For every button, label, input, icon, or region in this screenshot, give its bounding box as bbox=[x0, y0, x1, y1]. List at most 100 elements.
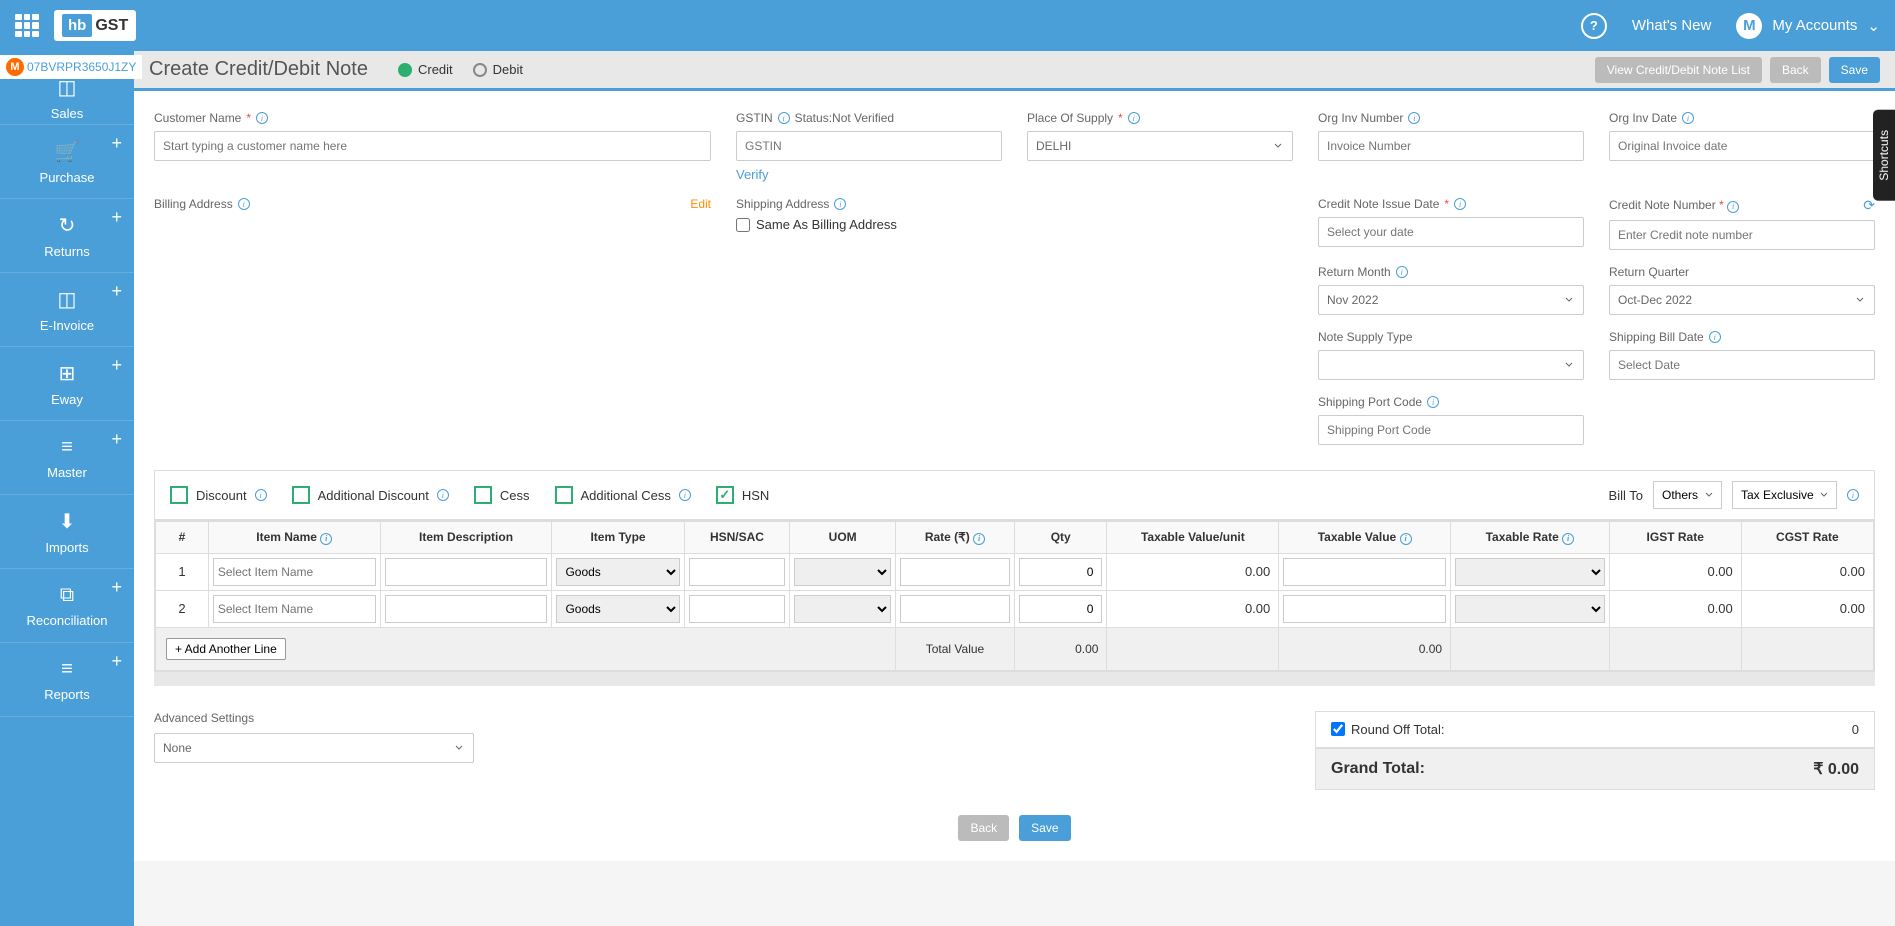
sidebar-item-reconciliation[interactable]: + ⧉ Reconciliation bbox=[0, 569, 134, 643]
plus-icon[interactable]: + bbox=[111, 207, 122, 228]
taxable-rate-select[interactable] bbox=[1455, 558, 1605, 586]
item-type-select[interactable]: Goods bbox=[556, 595, 679, 623]
whats-new-link[interactable]: What's New bbox=[1632, 17, 1712, 34]
shipping-port-code-label: Shipping Port Code i bbox=[1318, 395, 1584, 409]
plus-icon[interactable]: + bbox=[111, 651, 122, 672]
logo[interactable]: hb GST bbox=[54, 10, 136, 41]
info-icon[interactable]: i bbox=[256, 112, 268, 124]
sidebar-item-purchase[interactable]: + 🛒 Purchase bbox=[0, 125, 134, 199]
hsn-checkbox[interactable]: ✓ HSN bbox=[716, 486, 769, 504]
info-icon[interactable]: i bbox=[1408, 112, 1420, 124]
additional-cess-checkbox[interactable]: Additional Cess i bbox=[555, 486, 691, 504]
shortcuts-tab[interactable]: Shortcuts bbox=[1873, 110, 1895, 201]
cess-checkbox[interactable]: Cess bbox=[474, 486, 530, 504]
info-icon[interactable]: i bbox=[238, 198, 250, 210]
advanced-settings-select[interactable]: None bbox=[154, 733, 474, 763]
plus-icon[interactable]: + bbox=[111, 355, 122, 376]
note-supply-type-select[interactable] bbox=[1318, 350, 1584, 380]
info-icon[interactable]: i bbox=[1396, 266, 1408, 278]
item-name-input[interactable] bbox=[213, 558, 376, 586]
sidebar-item-eway[interactable]: + ⊞ Eway bbox=[0, 347, 134, 421]
info-icon[interactable]: i bbox=[437, 489, 449, 501]
bill-to-label: Bill To bbox=[1609, 488, 1643, 503]
info-icon[interactable]: i bbox=[1847, 489, 1859, 501]
shipping-bill-date-input[interactable] bbox=[1609, 350, 1875, 380]
round-off-checkbox[interactable] bbox=[1331, 722, 1345, 736]
info-icon[interactable]: i bbox=[255, 489, 267, 501]
tax-mode-select[interactable]: Tax Exclusive bbox=[1732, 481, 1837, 509]
info-icon[interactable]: i bbox=[1562, 533, 1574, 545]
plus-icon[interactable]: + bbox=[111, 429, 122, 450]
item-description-input[interactable] bbox=[385, 558, 548, 586]
gstin-input[interactable] bbox=[736, 131, 1002, 161]
edit-link[interactable]: Edit bbox=[690, 197, 711, 211]
gstin-badge[interactable]: M 07BVRPR3650J1ZY bbox=[0, 55, 142, 79]
info-icon[interactable]: i bbox=[1682, 112, 1694, 124]
bill-to-select[interactable]: Others bbox=[1653, 481, 1722, 509]
verify-link[interactable]: Verify bbox=[736, 167, 1002, 182]
row-num: 2 bbox=[156, 590, 209, 627]
plus-icon[interactable]: + bbox=[111, 577, 122, 598]
taxable-rate-select[interactable] bbox=[1455, 595, 1605, 623]
credit-note-number-input[interactable] bbox=[1609, 220, 1875, 250]
info-icon[interactable]: i bbox=[1427, 396, 1439, 408]
item-type-select[interactable]: Goods bbox=[556, 558, 679, 586]
plus-icon[interactable]: + bbox=[111, 281, 122, 302]
item-name-input[interactable] bbox=[213, 595, 376, 623]
place-of-supply-select[interactable]: DELHI bbox=[1027, 131, 1293, 161]
radio-debit[interactable]: Debit bbox=[473, 62, 523, 77]
save-button-bottom[interactable]: Save bbox=[1019, 815, 1070, 841]
org-inv-number-input[interactable] bbox=[1318, 131, 1584, 161]
plus-icon[interactable]: + bbox=[111, 133, 122, 154]
hsn-sac-input[interactable] bbox=[689, 558, 786, 586]
info-icon[interactable]: i bbox=[1454, 198, 1466, 210]
uom-select[interactable] bbox=[794, 558, 891, 586]
shipping-port-code-input[interactable] bbox=[1318, 415, 1584, 445]
qty-input[interactable] bbox=[1019, 558, 1103, 586]
sidebar-item-master[interactable]: + ≡ Master bbox=[0, 421, 134, 495]
qty-input[interactable] bbox=[1019, 595, 1103, 623]
uom-select[interactable] bbox=[794, 595, 891, 623]
rate-input[interactable] bbox=[900, 595, 1010, 623]
credit-note-issue-date-input[interactable] bbox=[1318, 217, 1584, 247]
sidebar-item-reports[interactable]: + ≡ Reports bbox=[0, 643, 134, 717]
back-button-bottom[interactable]: Back bbox=[958, 815, 1009, 841]
customer-name-input[interactable] bbox=[154, 131, 711, 161]
items-table-wrap[interactable]: # Item Name i Item Description Item Type… bbox=[154, 520, 1875, 672]
item-description-input[interactable] bbox=[385, 595, 548, 623]
reports-icon: ≡ bbox=[61, 658, 73, 681]
info-icon[interactable]: i bbox=[320, 533, 332, 545]
back-button[interactable]: Back bbox=[1770, 57, 1821, 83]
org-inv-date-input[interactable] bbox=[1609, 131, 1875, 161]
view-list-button[interactable]: View Credit/Debit Note List bbox=[1595, 57, 1762, 83]
same-as-billing-checkbox[interactable]: Same As Billing Address bbox=[736, 217, 1293, 232]
info-icon[interactable]: i bbox=[1709, 331, 1721, 343]
radio-credit[interactable]: Credit bbox=[398, 62, 453, 77]
info-icon[interactable]: i bbox=[1128, 112, 1140, 124]
horizontal-scrollbar[interactable] bbox=[154, 672, 1875, 686]
info-icon[interactable]: i bbox=[1400, 533, 1412, 545]
apps-grid-icon[interactable] bbox=[15, 14, 39, 38]
info-icon[interactable]: i bbox=[834, 198, 846, 210]
refresh-icon[interactable]: ⟳ bbox=[1863, 197, 1875, 214]
discount-checkbox[interactable]: Discount i bbox=[170, 486, 267, 504]
info-icon[interactable]: i bbox=[1727, 201, 1739, 213]
info-icon[interactable]: i bbox=[679, 489, 691, 501]
info-icon[interactable]: i bbox=[973, 533, 985, 545]
help-icon[interactable]: ? bbox=[1581, 13, 1607, 39]
add-another-line-button[interactable]: + Add Another Line bbox=[166, 638, 286, 660]
sidebar-item-imports[interactable]: ⬇ Imports bbox=[0, 495, 134, 569]
save-button[interactable]: Save bbox=[1829, 57, 1880, 83]
sidebar-item-returns[interactable]: + ↻ Returns bbox=[0, 199, 134, 273]
taxable-value-input[interactable] bbox=[1283, 558, 1446, 586]
return-quarter-select[interactable]: Oct-Dec 2022 bbox=[1609, 285, 1875, 315]
col-item-name: Item Name i bbox=[208, 522, 380, 554]
return-month-select[interactable]: Nov 2022 bbox=[1318, 285, 1584, 315]
sidebar-item-einvoice[interactable]: + ◫ E-Invoice bbox=[0, 273, 134, 347]
info-icon[interactable]: i bbox=[778, 112, 790, 124]
hsn-sac-input[interactable] bbox=[689, 595, 786, 623]
additional-discount-checkbox[interactable]: Additional Discount i bbox=[292, 486, 449, 504]
my-accounts-dropdown[interactable]: M My Accounts ⌄ bbox=[1736, 13, 1880, 39]
taxable-value-input[interactable] bbox=[1283, 595, 1446, 623]
rate-input[interactable] bbox=[900, 558, 1010, 586]
